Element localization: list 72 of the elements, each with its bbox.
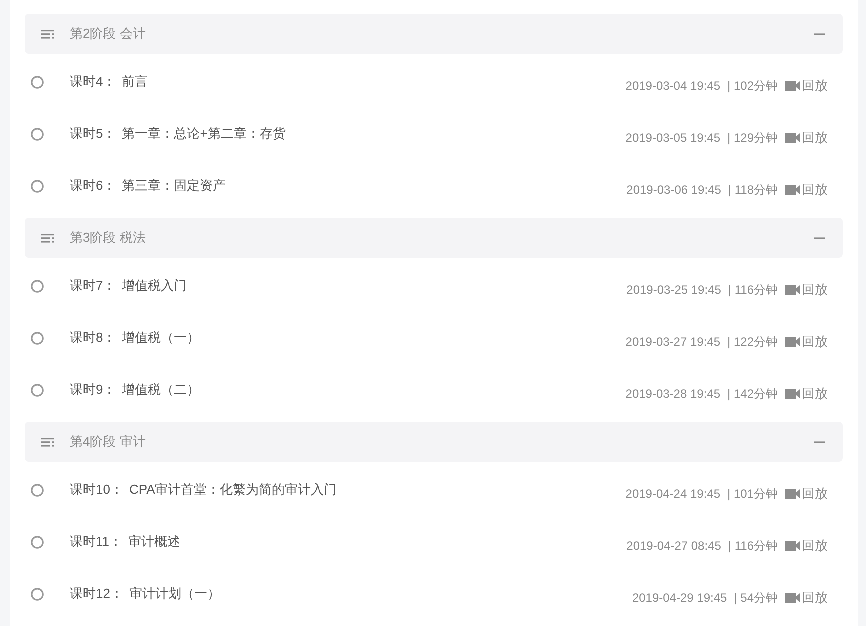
lesson-title: 增值税（一） — [122, 329, 200, 348]
lesson-number: 课时6： — [70, 177, 116, 196]
replay-link[interactable]: 回放 — [785, 280, 828, 300]
lesson-link[interactable]: 课时7： 增值税入门 — [70, 276, 188, 296]
lesson-title: 增值税（二） — [122, 381, 200, 400]
lesson-duration: | 102分钟 — [728, 78, 778, 95]
replay-link[interactable]: 回放 — [785, 536, 828, 556]
lesson-number: 课时9： — [70, 381, 116, 400]
lesson-title: 第三章：固定资产 — [122, 177, 226, 196]
video-camera-icon — [785, 541, 800, 551]
lesson-link[interactable]: 课时5： 第一章：总论+第二章：存货 — [70, 124, 286, 144]
lesson-time: 2019-03-06 19:45 — [626, 182, 722, 199]
lesson-duration: | 116分钟 — [728, 282, 778, 299]
lesson-time: 2019-03-28 19:45 — [626, 386, 721, 403]
lesson-number: 课时5： — [70, 125, 116, 144]
video-camera-icon — [785, 489, 800, 499]
lesson-link[interactable]: 课时12： 审计计划（一） — [70, 584, 220, 604]
section-title: 第4阶段 审计 — [70, 433, 146, 452]
lesson-title: 前言 — [122, 73, 148, 92]
lesson-time: 2019-04-29 19:45 — [632, 590, 728, 607]
lesson-link[interactable]: 课时9： 增值税（二） — [70, 380, 200, 400]
replay-link[interactable]: 回放 — [785, 180, 828, 200]
section-title: 第3阶段 税法 — [70, 229, 146, 248]
lesson-duration: | 116分钟 — [728, 538, 778, 555]
list-icon — [41, 438, 54, 446]
lesson-time: 2019-03-04 19:45 — [626, 78, 721, 95]
list-icon — [41, 30, 54, 38]
replay-link[interactable]: 回放 — [785, 384, 828, 404]
replay-link[interactable]: 回放 — [785, 484, 828, 504]
section-title: 第2阶段 会计 — [70, 25, 146, 44]
video-camera-icon — [785, 133, 800, 143]
lesson-link[interactable]: 课时10： CPA审计首堂：化繁为简的审计入门 — [70, 480, 338, 500]
lesson-link[interactable]: 课时11： 审计概述 — [70, 532, 180, 552]
section-header[interactable]: 第2阶段 会计 — [25, 14, 843, 54]
lesson-number: 课时12： — [70, 585, 124, 604]
lesson-title: CPA审计首堂：化繁为简的审计入门 — [129, 481, 338, 500]
lesson-time: 2019-03-05 19:45 — [626, 130, 721, 147]
lesson-title: 审计计划（一） — [129, 585, 220, 604]
lesson-link[interactable]: 课时8： 增值税（一） — [70, 328, 200, 348]
lesson-title: 第一章：总论+第二章：存货 — [122, 125, 286, 144]
lesson-link[interactable]: 课时4： 前言 — [70, 72, 148, 92]
lesson-time: 2019-04-27 08:45 — [626, 538, 722, 555]
replay-link[interactable]: 回放 — [785, 588, 828, 608]
replay-link[interactable]: 回放 — [785, 128, 828, 148]
lesson-time: 2019-04-24 19:45 — [626, 486, 721, 503]
lesson-number: 课时11： — [70, 533, 122, 552]
video-camera-icon — [785, 285, 800, 295]
lesson-duration: | 101分钟 — [728, 486, 778, 503]
video-camera-icon — [785, 337, 800, 347]
section-header[interactable]: 第4阶段 审计 — [25, 422, 843, 462]
lesson-time: 2019-03-27 19:45 — [626, 334, 721, 351]
lesson-duration: | 118分钟 — [728, 182, 778, 199]
lesson-duration: | 129分钟 — [728, 130, 778, 147]
lesson-number: 课时7： — [70, 277, 116, 296]
lesson-number: 课时8： — [70, 329, 116, 348]
video-camera-icon — [785, 185, 800, 195]
lesson-title: 审计概述 — [128, 533, 180, 552]
replay-link[interactable]: 回放 — [785, 76, 828, 96]
list-icon — [41, 234, 54, 242]
lesson-duration: | 54分钟 — [734, 590, 778, 607]
lesson-duration: | 122分钟 — [728, 334, 778, 351]
lesson-link[interactable]: 课时6： 第三章：固定资产 — [70, 176, 226, 196]
video-camera-icon — [785, 593, 800, 603]
lesson-number: 课时10： — [70, 481, 124, 500]
video-camera-icon — [785, 81, 800, 91]
lesson-duration: | 142分钟 — [728, 386, 778, 403]
section-header[interactable]: 第3阶段 税法 — [25, 218, 843, 258]
replay-link[interactable]: 回放 — [785, 332, 828, 352]
video-camera-icon — [785, 389, 800, 399]
lesson-time: 2019-03-25 19:45 — [626, 282, 722, 299]
lesson-title: 增值税入门 — [122, 277, 188, 296]
lesson-number: 课时4： — [70, 73, 116, 92]
